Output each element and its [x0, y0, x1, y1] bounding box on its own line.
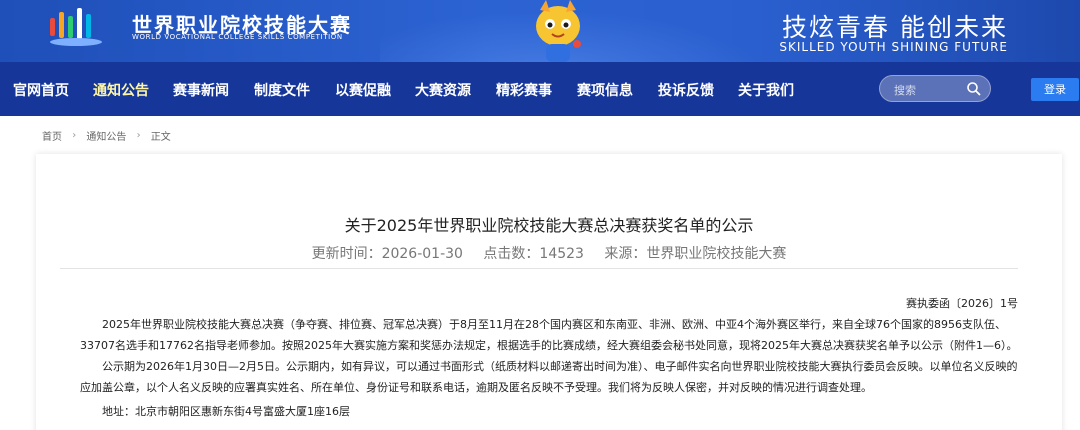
competition-logo-icon[interactable] [46, 4, 112, 48]
chevron-right-icon: › [136, 130, 141, 141]
nav-item-feedback[interactable]: 投诉反馈 [658, 80, 714, 100]
nav-item-news[interactable]: 赛事新闻 [173, 80, 229, 100]
site-subtitle: WORLD VOCATIONAL COLLEGE SKILLS COMPETIT… [132, 33, 343, 41]
article-card: 关于2025年世界职业院校技能大赛总决赛获奖名单的公示 更新时间：2026-01… [36, 154, 1062, 430]
article-title: 关于2025年世界职业院校技能大赛总决赛获奖名单的公示 [344, 216, 754, 235]
nav-item-home[interactable]: 官网首页 [13, 80, 69, 100]
mascot-icon [536, 0, 581, 62]
nav-item-events[interactable]: 赛项信息 [577, 80, 633, 100]
chevron-right-icon: › [72, 130, 77, 141]
header-banner: 世界职业院校技能大赛 WORLD VOCATIONAL COLLEGE SKIL… [0, 0, 1080, 62]
article-updated-time: 更新时间：2026-01-30 [311, 246, 463, 262]
search-placeholder: 搜索 [894, 84, 916, 97]
breadcrumb-notices[interactable]: 通知公告 [86, 132, 126, 143]
main-nav: 官网首页 通知公告 赛事新闻 制度文件 以赛促融 大赛资源 精彩赛事 赛项信息 … [0, 62, 1080, 116]
nav-item-highlights[interactable]: 精彩赛事 [496, 80, 552, 100]
article-meta: 更新时间：2026-01-30 点击数：14523 来源：世界职业院校技能大赛 [36, 243, 1062, 263]
slogan-english: SKILLED YOUTH SHINING FUTURE [779, 40, 1008, 54]
nav-item-integration[interactable]: 以赛促融 [335, 80, 391, 100]
article-click-count: 点击数：14523 [483, 246, 584, 262]
document-number: 赛执委函〔2026〕1号 [906, 297, 1018, 310]
slogan: 技炫青春 能创未来 [782, 13, 1008, 42]
nav-item-resources[interactable]: 大赛资源 [415, 80, 471, 100]
article-paragraph: 地址：北京市朝阳区惠新东街4号富盛大厦1座16层 [102, 405, 350, 418]
breadcrumb-current: 正文 [150, 132, 171, 143]
login-button[interactable]: 登录 [1031, 78, 1079, 101]
nav-item-notices[interactable]: 通知公告 [93, 80, 149, 100]
search-icon[interactable] [966, 81, 982, 97]
nav-item-documents[interactable]: 制度文件 [254, 80, 310, 100]
breadcrumb-home[interactable]: 首页 [42, 132, 62, 143]
article-paragraph: 2025年世界职业院校技能大赛总决赛（争夺赛、排位赛、冠军总决赛）于8月至11月… [80, 318, 1018, 352]
article-source: 来源：世界职业院校技能大赛 [604, 246, 787, 262]
article-paragraph: 公示期为2026年1月30日—2月5日。公示期内，如有异议，可以通过书面形式（纸… [80, 360, 1018, 394]
nav-item-about[interactable]: 关于我们 [738, 80, 794, 100]
search-input[interactable]: 搜索 [879, 75, 991, 102]
article-divider [60, 268, 1018, 269]
breadcrumb: 首页 › 通知公告 › 正文 [42, 128, 171, 143]
